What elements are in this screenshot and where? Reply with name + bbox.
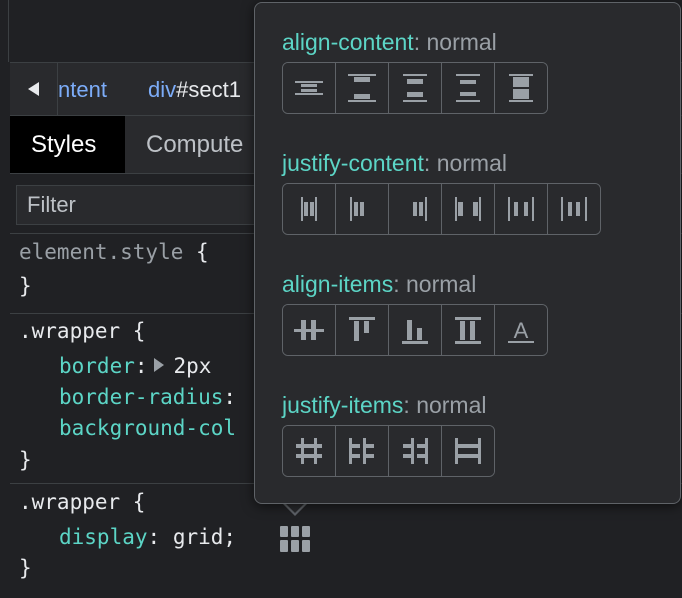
rule-open-brace: { — [183, 240, 209, 264]
tab-styles[interactable]: Styles — [10, 116, 125, 173]
property-name: align-content — [282, 29, 414, 55]
breadcrumb-tag: div — [148, 77, 177, 102]
justify-items-center-button[interactable] — [283, 426, 336, 476]
justify-items-end-button[interactable] — [389, 426, 442, 476]
property-value: normal — [406, 271, 477, 297]
align-content-space-between-button[interactable] — [336, 63, 389, 113]
justify-items-stretch-button[interactable] — [442, 426, 494, 476]
property-name: justify-content — [282, 150, 424, 176]
justify-content-space-around-button[interactable] — [495, 184, 548, 234]
rule-selector[interactable]: .wrapper — [19, 490, 120, 514]
section-justify-content: justify-content: normal — [282, 148, 601, 235]
justify-items-buttons — [282, 425, 495, 477]
align-items-baseline-button[interactable]: A — [495, 305, 547, 355]
breadcrumb-id: #sect1 — [176, 77, 241, 102]
justify-items-end-icon — [403, 438, 428, 464]
panel-divider — [8, 0, 9, 62]
property-value: normal — [436, 150, 507, 176]
property-name: justify-items — [282, 392, 404, 418]
align-items-flex-start-button[interactable] — [336, 305, 389, 355]
align-content-center-icon — [295, 81, 323, 95]
align-items-baseline-icon: A — [508, 318, 534, 343]
rule-close-brace: } — [19, 556, 32, 580]
justify-content-space-between-icon — [455, 197, 481, 221]
baseline-glyph: A — [514, 318, 529, 343]
align-items-center-button[interactable] — [283, 305, 336, 355]
align-content-buttons — [282, 62, 548, 114]
rule-close-brace: } — [19, 274, 32, 298]
property-value[interactable]: grid; — [173, 525, 236, 549]
section-align-content: align-content: normal — [282, 27, 548, 114]
justify-items-center-icon — [296, 438, 322, 464]
align-content-stretch-icon — [509, 74, 533, 102]
triangle-left-icon — [27, 82, 39, 96]
section-justify-items: justify-items: normal — [282, 390, 495, 477]
justify-content-buttons — [282, 183, 601, 235]
justify-content-flex-start-button[interactable] — [336, 184, 389, 234]
align-content-space-around-button[interactable] — [389, 63, 442, 113]
justify-content-space-between-button[interactable] — [442, 184, 495, 234]
grid-editor-popup: align-content: normal justify-content: n… — [254, 2, 681, 504]
grid-editor-icon[interactable] — [278, 524, 312, 554]
justify-content-center-icon — [301, 197, 317, 221]
justify-items-start-icon — [349, 438, 374, 464]
property-name[interactable]: border — [59, 354, 135, 378]
align-items-flex-start-icon — [349, 317, 375, 341]
align-content-space-between-icon — [348, 74, 376, 102]
justify-content-space-evenly-button[interactable] — [548, 184, 600, 234]
align-items-flex-end-button[interactable] — [389, 305, 442, 355]
property-name[interactable]: display — [59, 525, 148, 549]
align-items-flex-end-icon — [402, 320, 428, 344]
breadcrumb-item-content[interactable]: ntent — [58, 77, 107, 103]
align-content-stretch-button[interactable] — [495, 63, 547, 113]
justify-content-center-button[interactable] — [283, 184, 336, 234]
rule-selector[interactable]: .wrapper — [19, 319, 120, 343]
justify-content-flex-end-icon — [413, 197, 427, 221]
section-align-items: align-items: normal A — [282, 269, 548, 356]
align-content-space-evenly-icon — [456, 74, 480, 102]
align-items-stretch-icon — [455, 317, 481, 344]
align-items-center-icon — [294, 320, 324, 340]
align-content-space-around-icon — [403, 74, 427, 102]
declaration-background-color[interactable]: background-col — [59, 416, 236, 440]
property-name[interactable]: background-col — [59, 416, 236, 440]
breadcrumb-scroll-left-button[interactable] — [10, 63, 58, 115]
property-value[interactable]: 2px — [174, 354, 212, 378]
expand-triangle-icon[interactable] — [153, 358, 164, 372]
align-items-stretch-button[interactable] — [442, 305, 495, 355]
align-items-buttons: A — [282, 304, 548, 356]
rule-selector[interactable]: element.style — [19, 240, 183, 264]
declaration-border-radius[interactable]: border-radius: — [59, 385, 236, 409]
justify-content-flex-end-button[interactable] — [389, 184, 442, 234]
tab-computed[interactable]: Compute — [125, 116, 264, 173]
breadcrumb-item-div[interactable]: div#sect1 — [148, 77, 241, 103]
justify-content-flex-start-icon — [350, 197, 364, 221]
align-content-space-evenly-button[interactable] — [442, 63, 495, 113]
rule-close-brace: } — [19, 448, 32, 472]
property-value: normal — [416, 392, 487, 418]
align-content-center-button[interactable] — [283, 63, 336, 113]
rule-open-brace: { — [120, 319, 146, 343]
justify-content-space-around-icon — [508, 197, 534, 221]
property-value: normal — [426, 29, 497, 55]
justify-content-space-evenly-icon — [561, 197, 587, 221]
rule-open-brace: { — [120, 490, 146, 514]
declaration-border[interactable]: border: 2px — [59, 354, 211, 378]
declaration-display[interactable]: display: grid; — [59, 525, 236, 549]
property-name[interactable]: border-radius — [59, 385, 223, 409]
justify-items-stretch-icon — [455, 438, 481, 464]
property-name: align-items — [282, 271, 394, 297]
justify-items-start-button[interactable] — [336, 426, 389, 476]
